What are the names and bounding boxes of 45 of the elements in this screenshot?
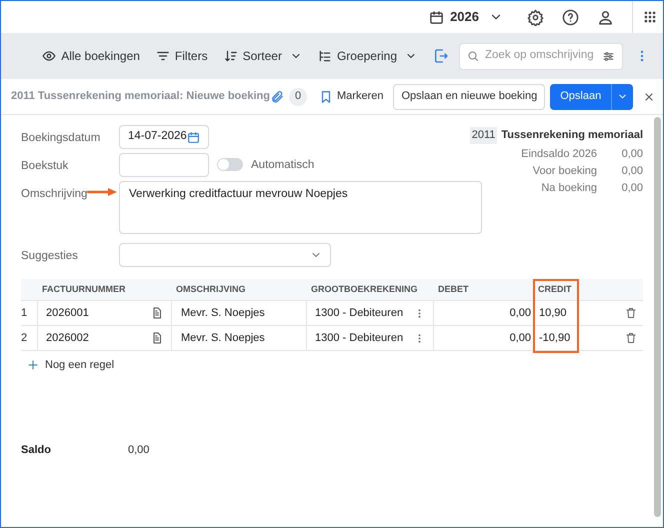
- field-label: Boekstuk: [21, 159, 70, 174]
- date-field[interactable]: 14-07-2026: [119, 125, 209, 149]
- toolbar-button[interactable]: Groepering: [318, 47, 417, 65]
- summary-value: 0,00: [620, 146, 643, 162]
- account-name: Tussenrekening memoriaal: [501, 128, 643, 143]
- description-field[interactable]: Verwerking creditfactuur mevrouw Noepjes: [119, 181, 482, 234]
- toggle-label: Automatisch: [251, 158, 314, 173]
- field-label: Suggesties: [21, 249, 79, 264]
- column-header[interactable]: CREDIT: [533, 279, 591, 300]
- column-header[interactable]: DEBET: [433, 279, 533, 300]
- summary-label: Na boeking: [540, 180, 597, 196]
- field-label: Boekingsdatum: [21, 131, 102, 146]
- row-number: 1: [21, 306, 28, 321]
- column-header[interactable]: OMSCHRIJVING: [171, 279, 306, 300]
- saldo-value: 0,00: [128, 442, 150, 458]
- account-code: 2011: [470, 127, 498, 144]
- mark-button[interactable]: Markeren: [319, 88, 384, 105]
- page-title: 2011 Tussenrekening memoriaal: Nieuwe boeking: [11, 89, 270, 104]
- summary-value: 0,00: [620, 164, 643, 179]
- count-badge: 0: [289, 88, 307, 106]
- save-button[interactable]: Opslaan: [550, 84, 612, 110]
- column-header[interactable]: GROOTBOEKREKENING: [306, 279, 433, 300]
- table-cell-text: 2026001: [46, 306, 89, 321]
- table-cell-text: Mevr. S. Noepjes: [181, 306, 265, 321]
- summary-label: Voor boeking: [532, 164, 597, 179]
- table-cell-text: 10,90: [539, 306, 567, 321]
- year-selector[interactable]: 2026: [429, 7, 503, 27]
- toolbar-button[interactable]: Sorteer: [224, 47, 302, 65]
- row-number: 2: [21, 330, 28, 346]
- toolbar-button[interactable]: Filters: [156, 47, 208, 65]
- toolbar-button[interactable]: Alle boekingen: [42, 47, 140, 65]
- table-cell-text: -10,90: [539, 330, 570, 346]
- table-cell-text: 0,00: [510, 306, 531, 321]
- table-cell-text: 0,00: [510, 330, 531, 346]
- table-cell-text: 1300 - Debiteuren: [315, 306, 404, 321]
- table-cell-text: 1300 - Debiteuren: [315, 330, 404, 346]
- summary-value: 0,00: [620, 180, 643, 196]
- table-cell-text: Mevr. S. Noepjes: [181, 330, 265, 346]
- saldo-label: Saldo: [21, 442, 52, 458]
- summary-label: Eindsaldo 2026: [520, 146, 597, 162]
- table-cell-text: 2026002: [46, 330, 89, 346]
- add-row-button[interactable]: Nog een regel: [27, 357, 114, 374]
- column-header[interactable]: FACTUURNUMMER: [37, 279, 171, 300]
- field-label: Omschrijving: [21, 187, 88, 202]
- save-and-new-button[interactable]: Opslaan en nieuwe boeking: [393, 84, 546, 110]
